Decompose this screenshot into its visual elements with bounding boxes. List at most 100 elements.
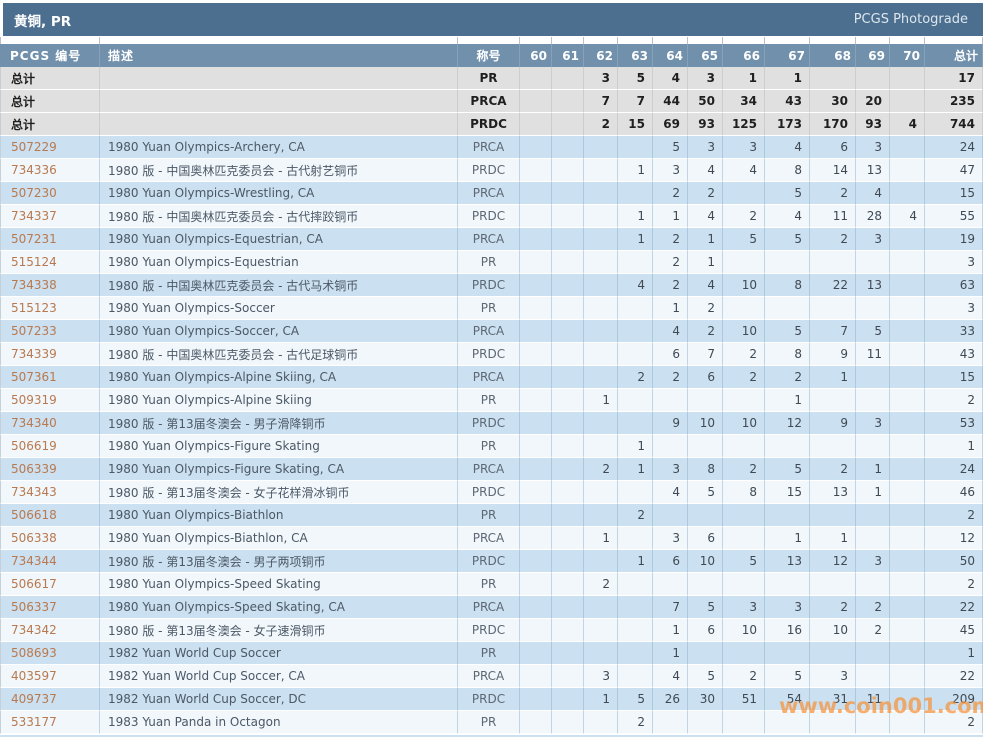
col-header-60: 60 xyxy=(520,44,552,67)
grade-61-count xyxy=(552,435,584,458)
pcgs-number-cell: 508693 xyxy=(0,642,100,665)
coin-description: 1982 Yuan World Cup Soccer, CA xyxy=(100,665,458,688)
grade-60-count xyxy=(520,412,552,435)
designation-cell: PRDC xyxy=(458,159,520,182)
col-header-total: 总计 xyxy=(925,44,983,67)
grade-60-count xyxy=(520,366,552,389)
table-row: 734337 1980 版 - 中国奥林匹克委员会 - 古代摔跤铜币 PRDC 1 1 4… xyxy=(0,205,983,228)
grade-62-count xyxy=(584,251,618,274)
grade-60-count xyxy=(520,343,552,366)
grade-62-count xyxy=(584,274,618,297)
pcgs-number-link[interactable]: 506618 xyxy=(11,508,57,522)
pcgs-number-link[interactable]: 734338 xyxy=(11,278,57,292)
pcgs-number-link[interactable]: 506339 xyxy=(11,462,57,476)
pcgs-number-cell: 533177 xyxy=(0,711,100,734)
grade-67-count: 173 xyxy=(765,113,810,136)
grade-63-count: 1 xyxy=(618,550,653,573)
table-row: 515124 1980 Yuan Olympics-Equestrian PR 2 1 3 xyxy=(0,251,983,274)
pcgs-number-link[interactable]: 734342 xyxy=(11,623,57,637)
grade-69-count xyxy=(856,527,890,550)
pcgs-number-link[interactable]: 734339 xyxy=(11,347,57,361)
designation-cell: PR xyxy=(458,573,520,596)
pcgs-number-link[interactable]: 507361 xyxy=(11,370,57,384)
grade-68-count: 2 xyxy=(810,182,856,205)
grade-62-count: 2 xyxy=(584,458,618,481)
pcgs-number-link[interactable]: 409737 xyxy=(11,692,57,706)
grade-67-count: 8 xyxy=(765,159,810,182)
grade-70-count xyxy=(890,389,925,412)
total-cell: 63 xyxy=(925,274,983,297)
grade-65-count xyxy=(688,389,723,412)
pcgs-number-link[interactable]: 508693 xyxy=(11,646,57,660)
grade-69-count: 3 xyxy=(856,550,890,573)
pcgs-number-link[interactable]: 734343 xyxy=(11,485,57,499)
pcgs-number-link[interactable]: 734337 xyxy=(11,209,57,223)
pcgs-number-cell: 507230 xyxy=(0,182,100,205)
grade-60-count xyxy=(520,688,552,711)
grade-70-count xyxy=(890,596,925,619)
grade-61-count xyxy=(552,297,584,320)
grade-70-count xyxy=(890,251,925,274)
col-header-62: 62 xyxy=(584,44,618,67)
grade-66-count xyxy=(723,527,765,550)
pcgs-number-link[interactable]: 506617 xyxy=(11,577,57,591)
designation-cell: PR xyxy=(458,251,520,274)
photograde-link[interactable]: PCGS Photograde xyxy=(854,12,968,27)
pcgs-number-link[interactable]: 734336 xyxy=(11,163,57,177)
pcgs-number-link[interactable]: 506337 xyxy=(11,600,57,614)
grade-66-count: 8 xyxy=(723,481,765,504)
grade-63-count xyxy=(618,527,653,550)
pcgs-number-link[interactable]: 515123 xyxy=(11,301,57,315)
total-cell: 2 xyxy=(925,389,983,412)
grade-64-count xyxy=(653,711,688,734)
col-header-70: 70 xyxy=(890,44,925,67)
grade-62-count: 3 xyxy=(584,67,618,90)
table-row: 507229 1980 Yuan Olympics-Archery, CA PRCA… xyxy=(0,136,983,159)
designation-cell: PR xyxy=(458,297,520,320)
pcgs-number-link[interactable]: 403597 xyxy=(11,669,57,683)
grade-68-count: 22 xyxy=(810,274,856,297)
pcgs-number-link[interactable]: 509319 xyxy=(11,393,57,407)
pcgs-number-link[interactable]: 507229 xyxy=(11,140,57,154)
grade-70-count xyxy=(890,481,925,504)
coin-description: 1980 版 - 中国奥林匹克委员会 - 古代足球铜币 xyxy=(100,343,458,366)
pcgs-number-link[interactable]: 506338 xyxy=(11,531,57,545)
pcgs-number-link[interactable]: 734340 xyxy=(11,416,57,430)
col-header-68: 68 xyxy=(810,44,856,67)
pcgs-number-link[interactable]: 515124 xyxy=(11,255,57,269)
total-cell: 15 xyxy=(925,182,983,205)
pcgs-number-link[interactable]: 533177 xyxy=(11,715,57,729)
table-row: 533177 1983 Yuan Panda in Octagon PR 2 2 xyxy=(0,711,983,734)
pcgs-number-link[interactable]: 507233 xyxy=(11,324,57,338)
table-row: 506619 1980 Yuan Olympics-Figure Skating P… xyxy=(0,435,983,458)
grade-68-count: 170 xyxy=(810,113,856,136)
grade-60-count xyxy=(520,481,552,504)
coin-description: 1980 版 - 第13届冬澳会 - 女子花样滑冰铜币 xyxy=(100,481,458,504)
pcgs-number-link[interactable]: 507230 xyxy=(11,186,57,200)
designation-cell: PRDC xyxy=(458,205,520,228)
designation-cell: PRDC xyxy=(458,619,520,642)
grade-61-count xyxy=(552,182,584,205)
grade-64-count: 4 xyxy=(653,481,688,504)
grade-61-count xyxy=(552,711,584,734)
grade-70-count xyxy=(890,228,925,251)
grade-64-count: 2 xyxy=(653,274,688,297)
grade-70-count xyxy=(890,90,925,113)
pcgs-number-cell: 734340 xyxy=(0,412,100,435)
grade-69-count: 28 xyxy=(856,205,890,228)
grade-66-count: 34 xyxy=(723,90,765,113)
designation-cell: PRCA xyxy=(458,228,520,251)
pcgs-number-cell: 515123 xyxy=(0,297,100,320)
grade-65-count: 2 xyxy=(688,297,723,320)
summary-row: 总计 PRCA 7 7 44 50 34 43 30 20 235 xyxy=(0,90,983,113)
coin-description xyxy=(100,113,458,136)
grade-61-count xyxy=(552,67,584,90)
grade-61-count xyxy=(552,642,584,665)
pcgs-number-link[interactable]: 506619 xyxy=(11,439,57,453)
pcgs-number-link[interactable]: 734344 xyxy=(11,554,57,568)
grade-67-count: 8 xyxy=(765,343,810,366)
spacer-cell xyxy=(100,37,458,44)
pcgs-number-link[interactable]: 507231 xyxy=(11,232,57,246)
grade-61-count xyxy=(552,343,584,366)
grade-64-count: 1 xyxy=(653,297,688,320)
